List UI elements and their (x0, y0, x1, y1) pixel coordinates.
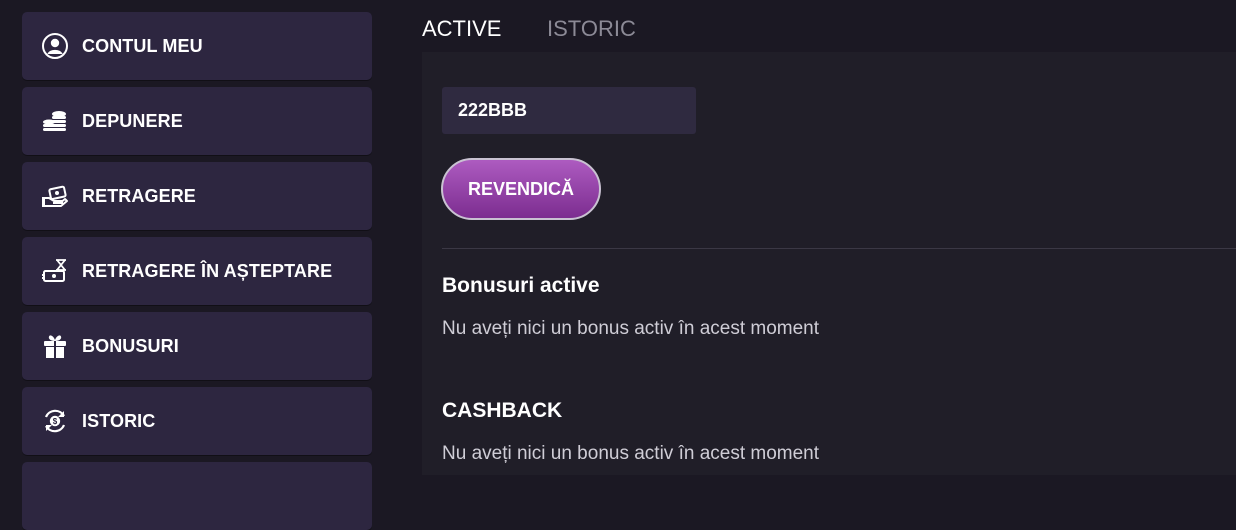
sidebar-item-label: RETRAGERE ÎN AȘTEPTARE (82, 260, 333, 281)
divider (442, 248, 1236, 249)
sidebar-item-label: BONUSURI (82, 335, 179, 356)
account-sidebar: CONTUL MEU DEPUNERE RETRAGERE RETRAGERE … (0, 0, 392, 530)
cashback-message: Nu aveți nici un bonus activ în acest mo… (442, 443, 820, 464)
sidebar-item-withdraw[interactable]: RETRAGERE (22, 162, 372, 230)
sidebar-item-label: ISTORIC (82, 410, 156, 431)
sidebar-item-bonuses[interactable]: BONUSURI (22, 312, 372, 380)
withdraw-icon (41, 182, 69, 210)
svg-text:$: $ (53, 417, 58, 426)
active-bonuses-title: Bonusuri active (442, 274, 600, 297)
sidebar-item-more[interactable] (22, 462, 372, 530)
pending-withdraw-icon (41, 257, 69, 285)
tab-history[interactable]: ISTORIC (547, 16, 636, 42)
sidebar-item-label: CONTUL MEU (82, 35, 203, 56)
bonus-panel: 222BBB REVENDICĂ Bonusuri active Nu aveț… (422, 52, 1236, 475)
sidebar-item-label: DEPUNERE (82, 110, 183, 131)
bonus-code-input[interactable]: 222BBB (442, 87, 696, 134)
sidebar-item-deposit[interactable]: DEPUNERE (22, 87, 372, 155)
history-icon: $ (41, 407, 69, 435)
user-icon (41, 32, 69, 60)
active-bonuses-message: Nu aveți nici un bonus activ în acest mo… (442, 318, 820, 339)
coins-icon (41, 107, 69, 135)
claim-button[interactable]: REVENDICĂ (441, 158, 601, 220)
gift-icon (41, 332, 69, 360)
sidebar-item-history[interactable]: $ ISTORIC (22, 387, 372, 455)
sidebar-item-pending-withdraw[interactable]: RETRAGERE ÎN AȘTEPTARE (22, 237, 372, 305)
cashback-title: CASHBACK (442, 399, 563, 422)
sidebar-item-account[interactable]: CONTUL MEU (22, 12, 372, 80)
tab-active[interactable]: ACTIVE (422, 16, 501, 42)
sidebar-item-label: RETRAGERE (82, 185, 196, 206)
